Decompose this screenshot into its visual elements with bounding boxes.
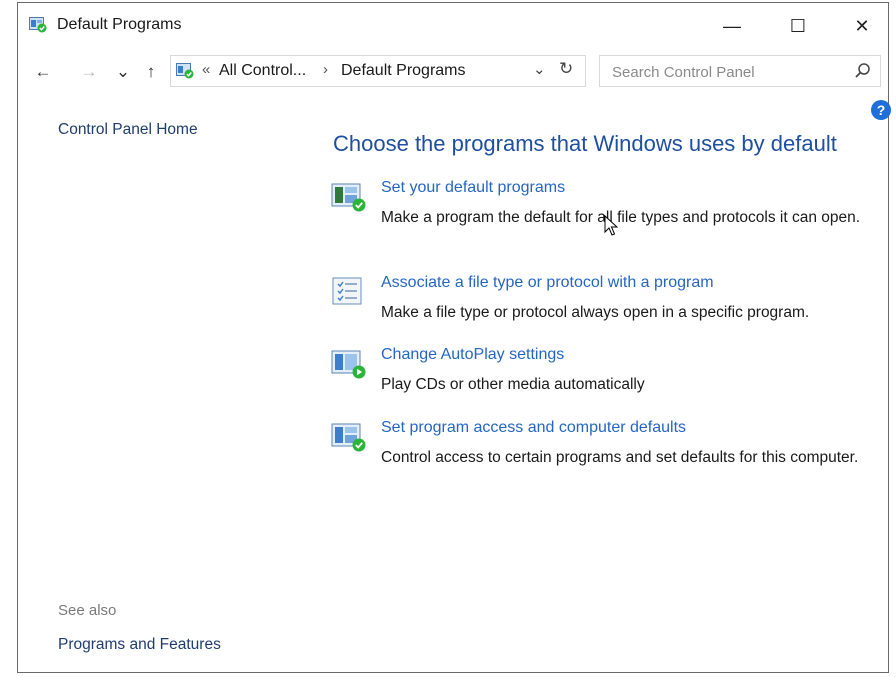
address-bar[interactable]: « All Control... › Default Programs ⌄ ↻	[170, 55, 586, 87]
forward-arrow-icon: →	[80, 62, 98, 81]
set-default-programs-link[interactable]: Set your default programs	[381, 179, 565, 197]
up-button[interactable]: ↑	[138, 59, 164, 85]
help-icon[interactable]: ?	[871, 100, 891, 120]
task-associate-file-type: Associate a file type or protocol with a…	[331, 274, 871, 324]
control-panel-icon	[176, 63, 194, 79]
breadcrumb-separator[interactable]: ›	[323, 61, 328, 78]
autoplay-icon	[331, 350, 366, 379]
breadcrumb-all-control-panel[interactable]: All Control...	[219, 62, 306, 80]
chevron-down-icon: ⌄	[115, 62, 131, 81]
breadcrumb-default-programs[interactable]: Default Programs	[341, 62, 466, 80]
recent-locations-button[interactable]: ⌄	[110, 59, 136, 85]
maximize-button[interactable]: ☐	[768, 3, 828, 49]
minimize-button[interactable]: —	[702, 3, 762, 49]
task-change-autoplay: Change AutoPlay settings Play CDs or oth…	[331, 346, 871, 396]
window-title: Default Programs	[57, 16, 182, 33]
close-button[interactable]: ✕	[832, 3, 892, 49]
search-icon[interactable]	[854, 62, 872, 80]
program-access-link[interactable]: Set program access and computer defaults	[381, 419, 686, 437]
page-title: Choose the programs that Windows uses by…	[333, 131, 837, 156]
back-button[interactable]: ←	[30, 59, 56, 85]
change-autoplay-link[interactable]: Change AutoPlay settings	[381, 346, 564, 364]
associate-list-icon	[332, 277, 362, 305]
breadcrumb-overflow-icon[interactable]: «	[202, 61, 210, 78]
change-autoplay-description: Play CDs or other media automatically	[381, 376, 645, 393]
set-default-programs-description: Make a program the default for all file …	[381, 209, 861, 226]
close-icon: ✕	[854, 15, 870, 36]
maximize-icon: ☐	[789, 15, 807, 36]
task-set-default-programs: Set your default programs Make a program…	[331, 179, 871, 249]
minimize-icon: —	[723, 15, 741, 36]
back-arrow-icon: ←	[34, 62, 52, 81]
mouse-cursor-icon	[604, 215, 618, 236]
address-dropdown-icon[interactable]: ⌄	[533, 60, 546, 78]
title-bar[interactable]: Default Programs — ☐ ✕	[18, 3, 888, 49]
default-programs-icon	[331, 183, 366, 212]
programs-and-features-link[interactable]: Programs and Features	[58, 636, 221, 654]
navigation-bar: ← → ⌄ ↑ « All Control... › Default Progr…	[18, 53, 888, 91]
up-arrow-icon: ↑	[146, 62, 156, 81]
search-box[interactable]	[599, 55, 881, 87]
default-programs-window: Default Programs — ☐ ✕ ← → ⌄ ↑ « All Con…	[17, 2, 891, 673]
default-programs-app-icon	[29, 17, 47, 33]
see-also-label: See also	[58, 602, 117, 619]
refresh-icon[interactable]: ↻	[559, 59, 573, 79]
control-panel-home-link[interactable]: Control Panel Home	[58, 121, 198, 139]
program-access-icon	[331, 423, 366, 452]
task-program-access: Set program access and computer defaults…	[331, 419, 871, 489]
associate-file-type-description: Make a file type or protocol always open…	[381, 304, 810, 321]
program-access-description: Control access to certain programs and s…	[381, 449, 859, 466]
associate-file-type-link[interactable]: Associate a file type or protocol with a…	[381, 274, 714, 292]
forward-button[interactable]: →	[76, 59, 102, 85]
search-input[interactable]	[610, 60, 844, 84]
